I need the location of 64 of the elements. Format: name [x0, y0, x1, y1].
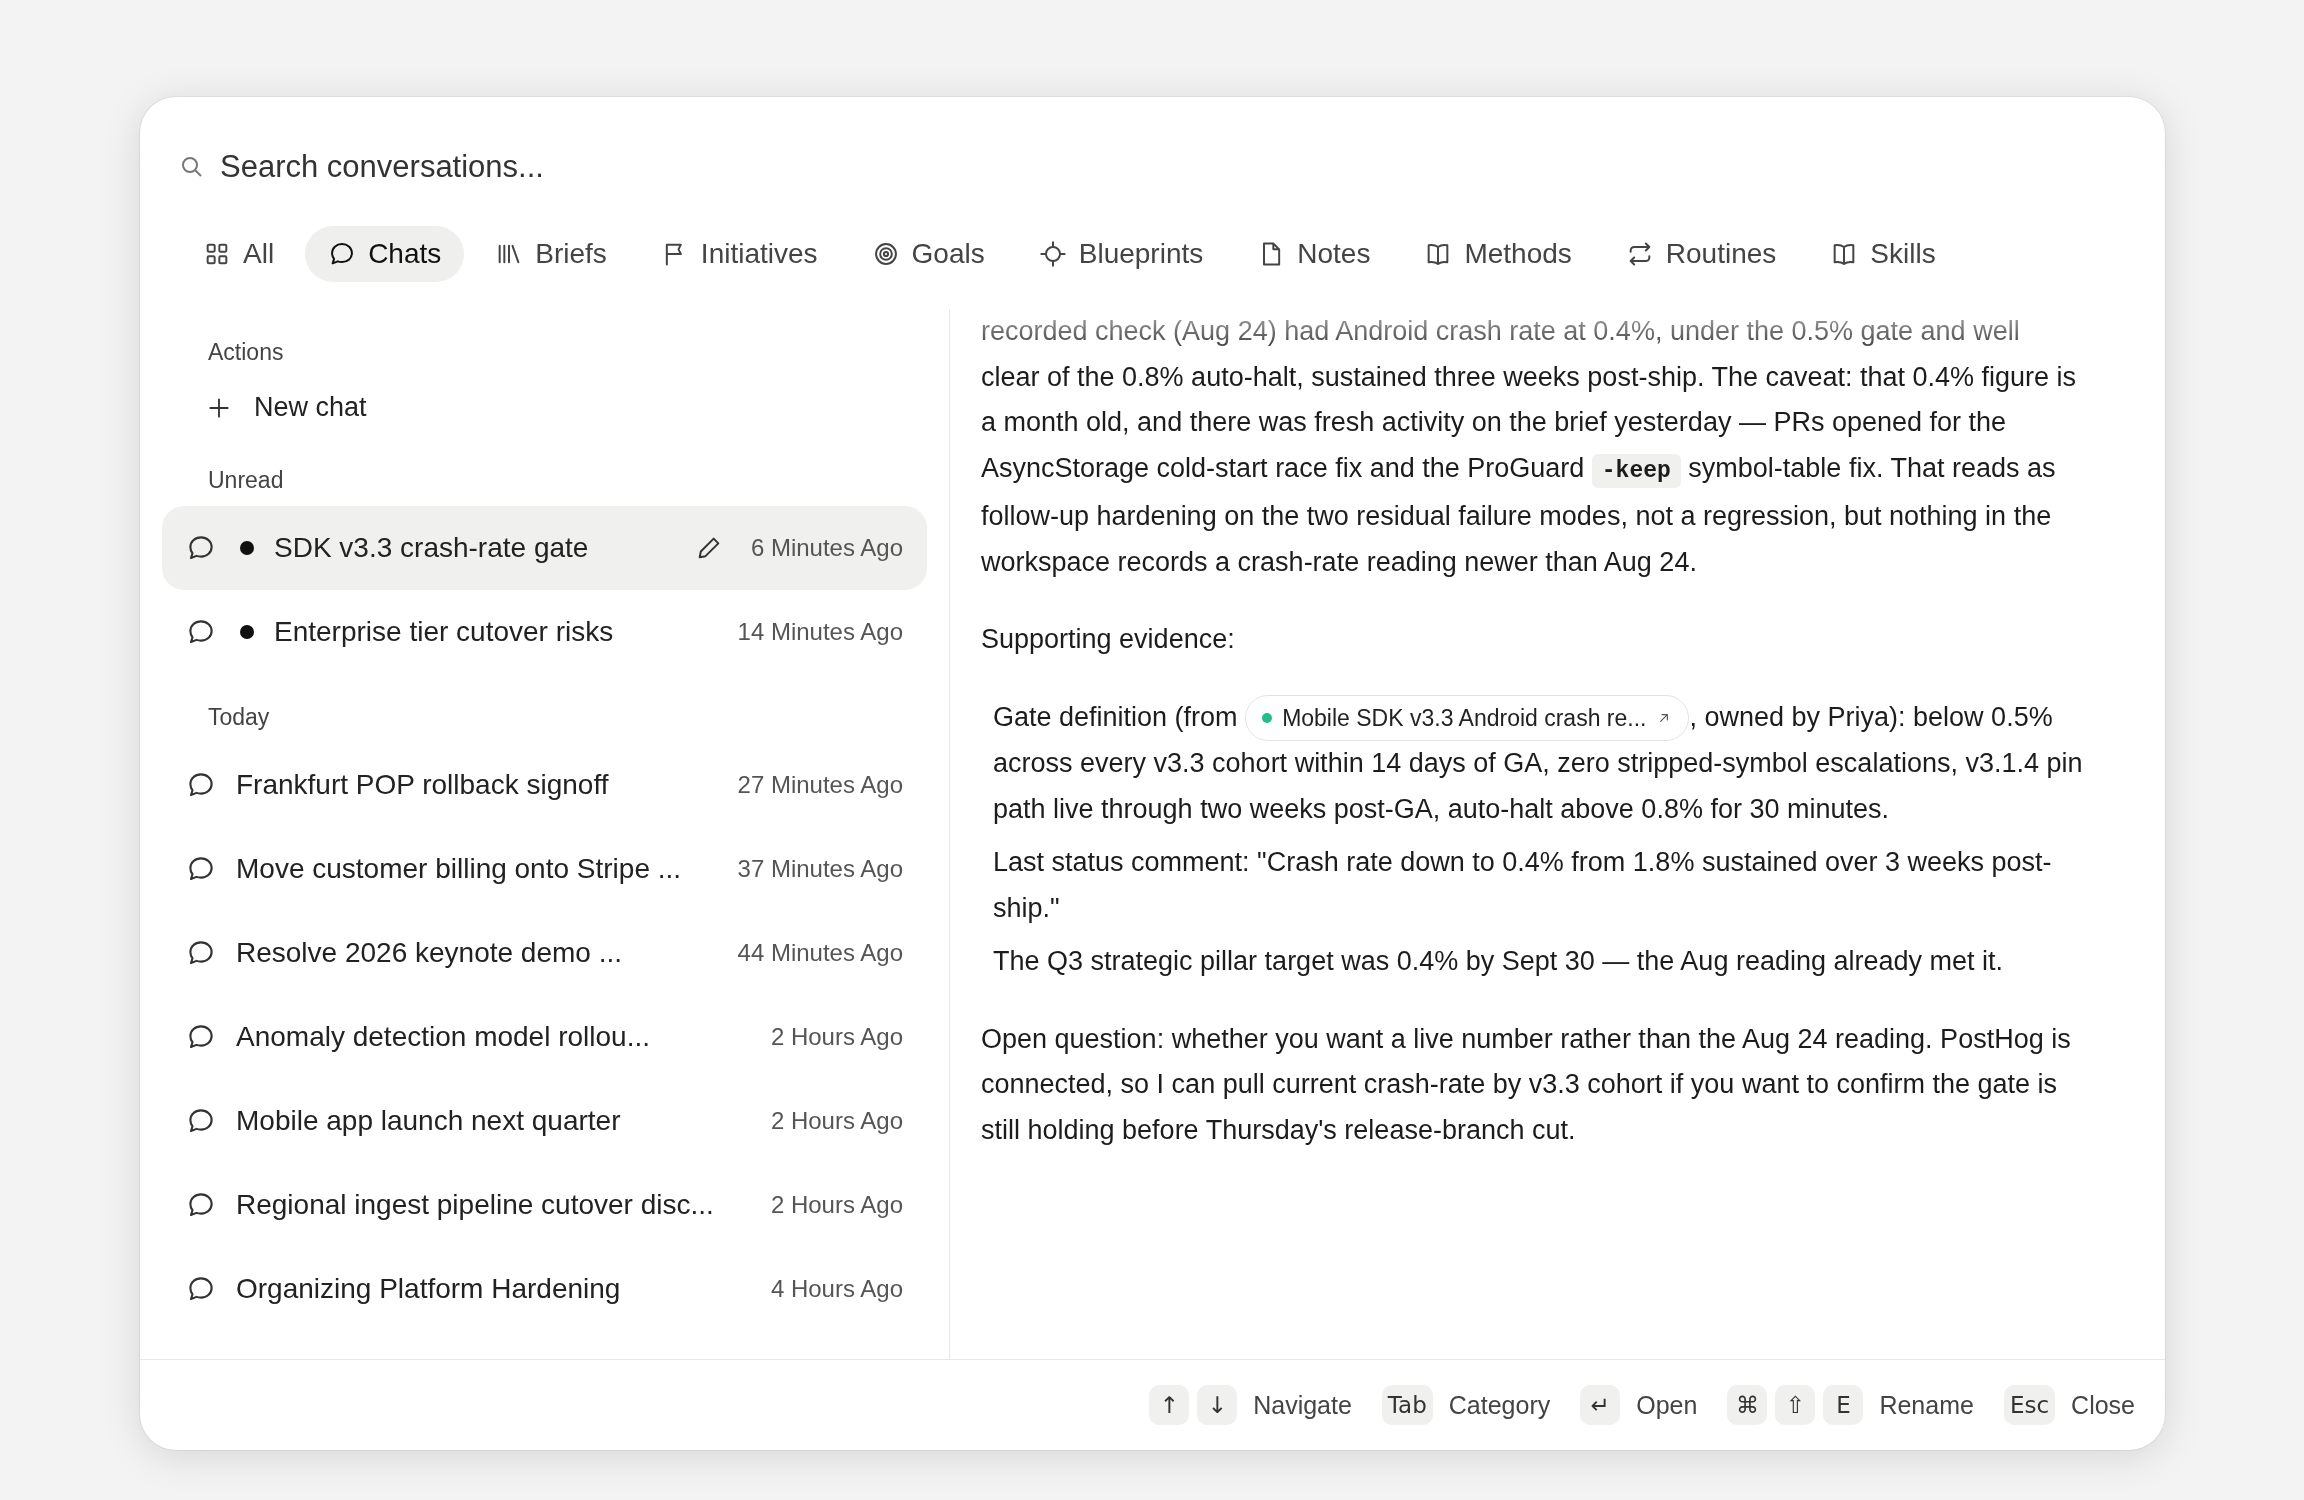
chat-title: Resolve 2026 keynote demo ... [236, 937, 623, 969]
keyboard-key: Esc [2003, 1385, 2056, 1425]
chat-title: Mobile app launch next quarter [236, 1105, 622, 1137]
chat-time: 2 Hours Ago [770, 1107, 903, 1135]
new-chat-button[interactable]: New chat [162, 378, 411, 437]
chat-time: 27 Minutes Ago [737, 771, 903, 799]
chat-list-item[interactable]: Organizing Platform Hardening 4 Hours Ago [162, 1247, 927, 1331]
keyboard-key: E [1823, 1385, 1864, 1425]
category-tab[interactable]: Blueprints [1015, 226, 1227, 282]
chat-time: 44 Minutes Ago [737, 939, 903, 967]
chat-list-item[interactable]: SDK v3.3 crash-rate gate 6 Minutes Ago [162, 506, 927, 590]
chat-title: SDK v3.3 crash-rate gate [274, 532, 590, 564]
chat-list-item[interactable]: Resolve 2026 keynote demo ... 44 Minutes Ago [162, 911, 927, 995]
chat-time: 4 Hours Ago [770, 1275, 903, 1303]
chat-title: Enterprise tier cutover risks [274, 616, 615, 648]
category-tab[interactable]: Routines [1602, 226, 1800, 282]
category-tab[interactable]: Initiatives [637, 226, 841, 282]
shortcut-label: Close [2071, 1390, 2135, 1420]
chat-title: Move customer billing onto Stripe ... [236, 853, 683, 885]
chat-title: Anomaly detection model rollou... [236, 1021, 651, 1053]
evidence-item: Gate definition (from Mobile SDK v3.3 Android crash re... , owned by Priya): below 0.5% across every v3.3 cohort within 14 days of GA, zero stripped-symbol escalations, v3.1.4 pin path live through two weeks post-GA, auto-halt above 0.8% for 30 minutes. [993, 694, 2085, 833]
section-label: Actions [207, 339, 285, 366]
chat-list-item[interactable]: Anomaly detection model rollou... 2 Hours Ago [162, 995, 927, 1079]
chat-time: 2 Hours Ago [770, 1023, 903, 1051]
search-icon [180, 155, 204, 179]
section-label: Unread [207, 467, 285, 494]
chat-title: Organizing Platform Hardening [236, 1273, 622, 1305]
message-paragraph: Open question: whether you want a live number rather than the Aug 24 reading. PostHog is connected, so I can pull current crash-rate by v3.3 cohort if you want to confirm the gate is still holding before Thursday's release-branch cut. [981, 1022, 2072, 1147]
keyboard-key: ⇧ [1775, 1385, 1816, 1425]
chat-time: 37 Minutes Ago [737, 855, 903, 883]
keyboard-key: ↑ [1149, 1385, 1190, 1425]
chat-list-item[interactable]: Regional ingest pipeline cutover disc... 2 Hours Ago [162, 1163, 927, 1247]
keyboard-key: Tab [1381, 1385, 1433, 1425]
category-tab[interactable]: Notes [1234, 226, 1394, 282]
chat-time: 2 Hours Ago [770, 1191, 903, 1219]
category-tab[interactable]: Goals [848, 226, 1008, 282]
search-field[interactable]: Search conversations... [220, 149, 1420, 185]
shortcut-label: Navigate [1253, 1390, 1352, 1420]
shortcut-label: Category [1448, 1390, 1551, 1420]
chat-time: 14 Minutes Ago [737, 618, 903, 646]
shortcut-label: Open [1636, 1390, 1698, 1420]
category-tab[interactable]: Briefs [472, 226, 630, 282]
keyboard-key: ↵ [1580, 1385, 1621, 1425]
chat-title: Regional ingest pipeline cutover disc... [236, 1189, 715, 1221]
chat-title: Frankfurt POP rollback signoff [236, 769, 610, 801]
chat-list-item[interactable]: Enterprise tier cutover risks 14 Minutes Ago [162, 590, 927, 674]
section-label: Today [207, 704, 271, 731]
inline-code: -keep [1591, 453, 1681, 488]
evidence-item: The Q3 strategic pillar target was 0.4% by Sept 30 — the Aug reading already met it. [993, 945, 2005, 979]
chat-time: 6 Minutes Ago [750, 534, 903, 562]
chat-list-item[interactable]: Move customer billing onto Stripe ... 37 Minutes Ago [162, 827, 927, 911]
message-paragraph: recorded check (Aug 24) had Android crash rate at 0.4%, under the 0.5% gate and well clear of the 0.8% auto-halt, sustained three weeks post-ship. The caveat: that 0.4% figure is a month old, and there was fresh activity on the brief yesterday — PRs opened for the AsyncStorage cold-start race fix and the ProGuard -keep symbol-table fix. That reads as follow-up hardening on the two residual failure modes, not a regression, but nothing in the workspace records a crash-rate reading newer than Aug 24. [981, 315, 2078, 579]
evidence-item: Last status comment: "Crash rate down to 0.4% from 1.8% sustained over 3 weeks post-ship." [993, 846, 2053, 925]
keyboard-key: ↓ [1197, 1385, 1238, 1425]
chat-list-item[interactable]: Mobile app launch next quarter 2 Hours Ago [162, 1079, 927, 1163]
category-tab[interactable]: Methods [1401, 226, 1595, 282]
shortcut-label: Rename [1879, 1390, 1974, 1420]
keyboard-key: ⌘ [1727, 1385, 1768, 1425]
category-tab[interactable]: Skills [1807, 226, 1959, 282]
category-tab[interactable]: All [180, 226, 298, 282]
crosshair-icon [1038, 240, 1067, 268]
category-tab[interactable]: Chats [305, 226, 465, 282]
message-paragraph: Supporting evidence: [981, 623, 1236, 656]
chat-list-item[interactable]: Frankfurt POP rollback signoff 27 Minutes Ago [162, 743, 927, 827]
